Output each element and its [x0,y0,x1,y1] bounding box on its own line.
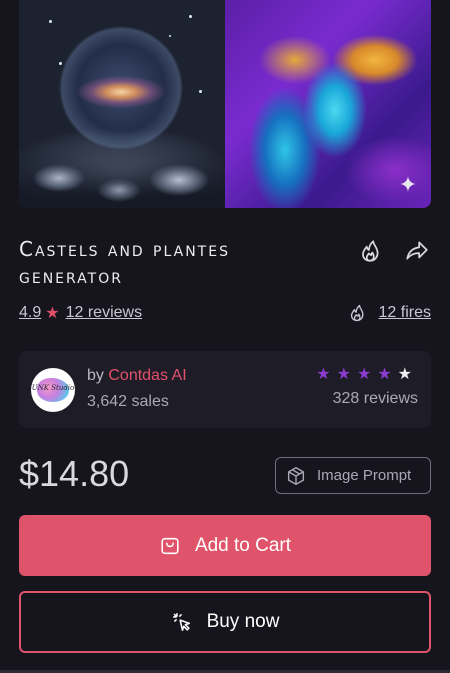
cube-icon [287,466,305,485]
avatar-logo-text: UNK Studio [31,384,75,392]
seller-sales: 3,642 sales [87,393,169,410]
sparkle-icon: ✦ [398,172,418,197]
star-icon: ★ [356,366,378,383]
add-to-cart-label: Add to Cart [194,534,292,556]
flame-icon[interactable] [357,238,383,264]
click-cursor-icon [172,612,190,632]
seller-star-rating: ★★★★★ [316,364,418,384]
star-dot [59,62,62,65]
seller-name[interactable]: Contdas AI [108,367,186,384]
buy-now-label: Buy now [206,611,280,632]
price: $14.80 [19,453,130,494]
seller-byline: by Contdas AI [87,367,187,385]
product-title: Castels and plantes generator [19,237,230,288]
by-prefix: by [87,367,104,384]
buy-now-button[interactable]: Buy now [19,591,431,653]
rocky-ground [19,138,225,208]
star-dot [189,15,192,18]
star-icon: ★ [377,366,398,383]
shopping-bag-icon [161,537,179,554]
flame-icon [350,304,364,322]
rating-score[interactable]: 4.9 [19,304,41,322]
image-prompt-chip: Image Prompt [275,457,431,494]
fires-row: 12 fires [347,302,431,324]
star-icon: ★ [45,305,60,322]
rating-row: 4.9 ★ 12 reviews [19,302,142,324]
fires-link[interactable]: 12 fires [379,304,431,322]
star-icon: ★ [336,366,357,383]
reviews-link[interactable]: 12 reviews [66,304,142,322]
image-gallery: ✦ [19,0,431,208]
star-dot [49,20,52,23]
galaxy-sphere-image[interactable] [19,0,225,208]
seller-card[interactable]: UNK Studio by Contdas AI 3,642 sales ★★★… [19,351,431,428]
seller-reviews: 328 reviews [332,390,418,407]
star-dot [199,90,202,93]
star-icon: ★ [316,366,337,383]
star-icon: ★ [397,366,418,383]
add-to-cart-button[interactable]: Add to Cart [19,515,431,576]
prompt-type-label: Image Prompt [317,467,412,484]
share-icon[interactable] [404,238,430,264]
seller-avatar[interactable]: UNK Studio [31,368,75,412]
fluid-art-image[interactable]: ✦ [225,0,431,208]
star-dot [169,35,171,37]
